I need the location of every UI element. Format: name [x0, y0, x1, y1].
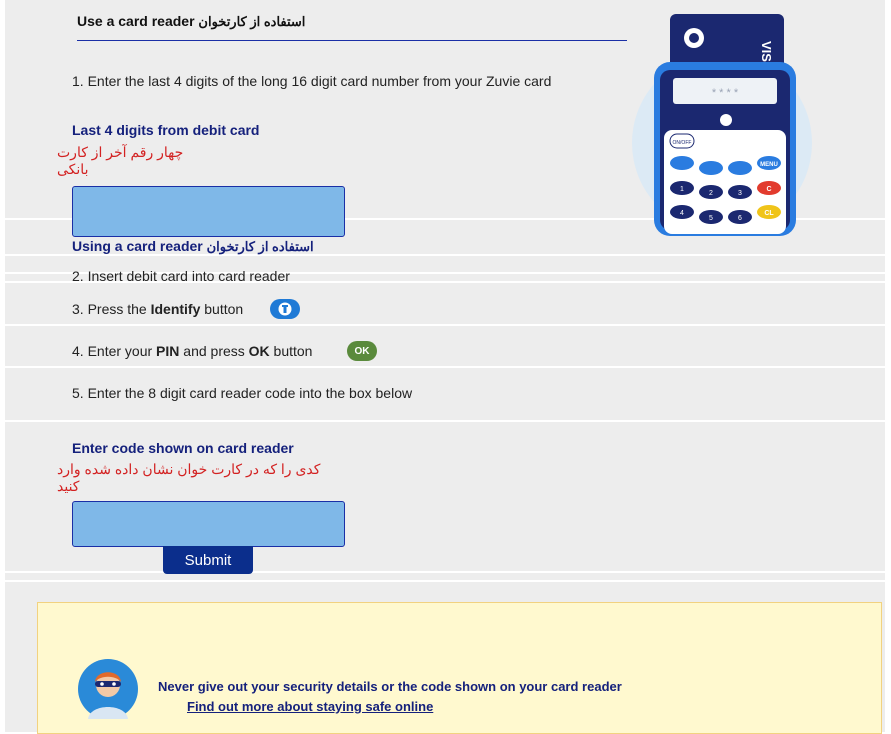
staying-safe-link[interactable]: Find out more about staying safe online	[187, 699, 433, 714]
reader-screen-text: * * * *	[712, 87, 739, 99]
title-underline	[77, 40, 627, 41]
submit-button[interactable]: Submit	[163, 546, 253, 574]
step-5: 5. Enter the 8 digit card reader code in…	[72, 385, 413, 401]
key-c-label: C	[766, 186, 771, 193]
step-3: 3. Press the Identify button	[72, 301, 243, 317]
ok-button-icon: OK	[347, 341, 377, 361]
code-label: Enter code shown on card reader	[72, 440, 294, 456]
reader-section-title: Using a card reader استفاده از کارتخوان	[72, 238, 314, 255]
code-input[interactable]	[72, 501, 345, 547]
step-4-text-end: button	[269, 343, 313, 359]
key-2-label: 2	[709, 190, 713, 197]
security-avatar-icon	[78, 659, 138, 719]
step-4: 4. Enter your PIN and press OK button	[72, 343, 312, 359]
menu-key-label: MENU	[760, 162, 778, 168]
card-digits-input[interactable]	[72, 186, 345, 237]
identify-icon	[270, 299, 300, 319]
card-digits-label: Last 4 digits from debit card	[72, 122, 260, 138]
code-label-fa: کدی را که در کارت خوان نشان داده شده وار…	[57, 461, 321, 494]
pin-word: PIN	[156, 343, 180, 359]
key-4-label: 4	[680, 210, 684, 217]
ok-word: OK	[248, 343, 270, 359]
step-1: 1. Enter the last 4 digits of the long 1…	[72, 73, 552, 89]
page-title-fa: استفاده از کارتخوان	[198, 14, 306, 29]
key-3-label: 3	[738, 190, 742, 197]
card-reader-illustration: VISA * * * * ON/OFF MENU 1 2 3 C 4 5 6 C…	[630, 8, 820, 236]
identify-word: Identify	[150, 301, 201, 317]
onoff-key-label: ON/OFF	[673, 140, 692, 146]
step-4-text-mid: and press	[179, 343, 249, 359]
reader-section-title-en: Using a card reader	[72, 238, 203, 254]
step-3-text: 3. Press the	[72, 301, 151, 317]
step-4-text: 4. Enter your	[72, 343, 157, 359]
key-6-label: 6	[738, 215, 742, 222]
step-2: 2. Insert debit card into card reader	[72, 268, 290, 284]
security-notice: Never give out your security details or …	[37, 602, 882, 734]
reader-section-title-fa: استفاده از کارتخوان	[206, 239, 314, 254]
key-5-label: 5	[709, 215, 713, 222]
security-message: Never give out your security details or …	[158, 679, 622, 694]
divider	[5, 420, 885, 422]
page-title: Use a card reader استفاده از کارتخوان	[77, 13, 305, 30]
key-1-label: 1	[680, 186, 684, 193]
divider	[5, 366, 885, 368]
key-cl-label: CL	[764, 210, 774, 217]
step-3-text-end: button	[200, 301, 244, 317]
card-digits-label-fa: چهار رقم آخر از کارت بانکی	[57, 144, 184, 177]
divider	[5, 571, 885, 573]
page-title-en: Use a card reader	[77, 13, 195, 29]
divider	[5, 324, 885, 326]
